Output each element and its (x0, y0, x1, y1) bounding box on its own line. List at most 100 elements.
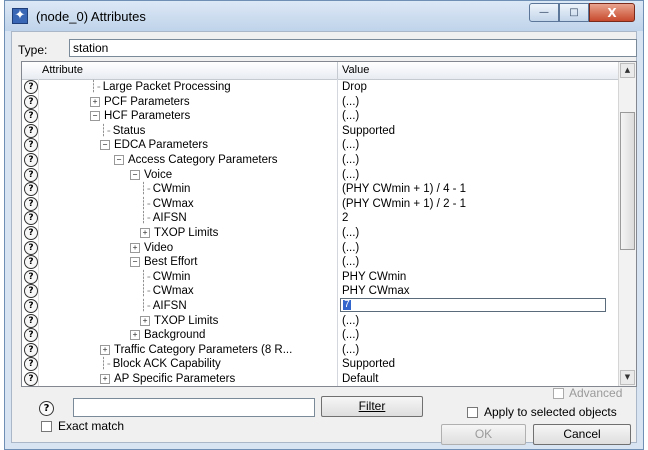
help-icon[interactable]: ? (24, 255, 38, 270)
help-icon[interactable]: ? (24, 313, 38, 328)
table-row[interactable]: ? ┊- Block ACK Capability Supported (22, 357, 620, 372)
attribute-cell[interactable]: + PCF Parameters (90, 95, 190, 109)
expand-icon[interactable]: + (100, 373, 110, 384)
help-icon[interactable]: ? (24, 109, 38, 124)
vertical-scrollbar[interactable]: ▲ ▼ (618, 62, 636, 386)
attribute-cell[interactable]: ┊- CWmax (140, 197, 194, 211)
help-icon[interactable]: ? (24, 167, 38, 182)
help-icon[interactable]: ? (39, 401, 54, 416)
attribute-cell[interactable]: ┊- Block ACK Capability (100, 357, 221, 371)
maximize-button[interactable]: □ (559, 3, 589, 22)
help-icon[interactable]: ? (24, 152, 38, 167)
apply-selected-checkbox[interactable] (467, 407, 478, 418)
table-row[interactable]: ? ┊- CWmin (PHY CWmin + 1) / 4 - 1 (22, 182, 620, 197)
value-cell[interactable]: (...) (342, 241, 359, 255)
filter-input[interactable] (73, 398, 315, 417)
advanced-checkbox[interactable] (553, 388, 564, 399)
attribute-cell[interactable]: ┊- CWmax (140, 284, 194, 298)
ok-button[interactable]: OK (441, 424, 526, 445)
help-icon[interactable]: ? (24, 328, 38, 343)
attribute-cell[interactable]: − HCF Parameters (90, 109, 190, 123)
expand-icon[interactable]: + (140, 315, 150, 326)
scroll-thumb[interactable] (620, 112, 635, 250)
help-icon[interactable]: ? (24, 80, 38, 94)
column-header-attribute[interactable]: Attribute (42, 64, 83, 76)
help-icon[interactable]: ? (24, 182, 38, 197)
collapse-icon[interactable]: − (130, 257, 140, 268)
expand-icon[interactable]: + (90, 96, 100, 107)
scroll-up-button[interactable]: ▲ (620, 63, 635, 78)
attribute-cell[interactable]: + Video (130, 241, 173, 255)
value-cell[interactable]: (...) (342, 314, 359, 328)
value-cell[interactable]: Drop (342, 80, 367, 94)
table-row[interactable]: ? + TXOP Limits (...) (22, 313, 620, 329)
help-icon[interactable]: ? (24, 123, 38, 138)
value-cell[interactable]: (...) (342, 343, 359, 357)
table-row[interactable]: ? + TXOP Limits (...) (22, 225, 620, 241)
minimize-button[interactable]: — (529, 3, 559, 22)
attribute-cell[interactable]: ┊- Status (100, 124, 145, 138)
attribute-cell[interactable]: + AP Specific Parameters (100, 372, 235, 386)
table-row[interactable]: ? − Best Effort (...) (22, 255, 620, 270)
attribute-cell[interactable]: − Best Effort (130, 255, 197, 269)
exact-match-checkbox[interactable] (41, 421, 52, 432)
collapse-icon[interactable]: − (100, 140, 110, 151)
attribute-cell[interactable]: ┊- CWmin (140, 270, 190, 284)
table-row[interactable]: ? − Access Category Parameters (...) (22, 152, 620, 168)
value-cell[interactable]: (...) (342, 255, 359, 269)
table-row[interactable]: ? ┊- CWmax PHY CWmax (22, 284, 620, 299)
expand-icon[interactable]: + (130, 330, 140, 341)
value-cell[interactable]: Default (342, 372, 378, 386)
collapse-icon[interactable]: − (130, 169, 140, 180)
attribute-cell[interactable]: + Traffic Category Parameters (8 R... (100, 343, 292, 357)
value-cell[interactable]: Supported (342, 357, 395, 371)
attribute-cell[interactable]: ┊- AIFSN (140, 299, 187, 313)
attribute-cell[interactable]: − Access Category Parameters (114, 153, 278, 167)
table-row[interactable]: ? + AP Specific Parameters Default (22, 371, 620, 386)
attribute-cell[interactable]: ┊- AIFSN (140, 211, 187, 225)
help-icon[interactable]: ? (24, 240, 38, 255)
table-row[interactable]: ? + PCF Parameters (...) (22, 94, 620, 110)
table-row[interactable]: ? ┊- CWmin PHY CWmin (22, 269, 620, 285)
help-icon[interactable]: ? (24, 211, 38, 226)
help-icon[interactable]: ? (24, 225, 38, 240)
table-row[interactable]: ? − HCF Parameters (...) (22, 109, 620, 124)
value-cell[interactable]: (...) (342, 109, 359, 123)
value-cell[interactable]: (...) (342, 138, 359, 152)
help-icon[interactable]: ? (24, 196, 38, 211)
table-row[interactable]: ? ┊- CWmax (PHY CWmin + 1) / 2 - 1 (22, 196, 620, 212)
value-cell[interactable]: 2 (342, 211, 348, 225)
help-icon[interactable]: ? (24, 357, 38, 372)
cancel-button[interactable]: Cancel (533, 424, 631, 445)
attribute-cell[interactable]: − Voice (130, 168, 172, 182)
value-cell[interactable]: Supported (342, 124, 395, 138)
help-icon[interactable]: ? (24, 371, 38, 386)
expand-icon[interactable]: + (130, 242, 140, 253)
collapse-icon[interactable]: − (114, 154, 124, 165)
table-row[interactable]: ? ┊- AIFSN 7 (22, 297, 620, 314)
table-row[interactable]: ? ┊- Status Supported (22, 123, 620, 139)
table-row[interactable]: ? ┊- Large Packet Processing Drop (22, 80, 620, 95)
table-row[interactable]: ? − Voice (...) (22, 167, 620, 183)
column-divider[interactable] (337, 62, 338, 79)
collapse-icon[interactable]: − (90, 111, 100, 122)
attribute-cell[interactable]: + TXOP Limits (140, 226, 218, 240)
help-icon[interactable]: ? (24, 269, 38, 284)
value-cell[interactable]: (...) (342, 328, 359, 342)
attribute-cell[interactable]: ┊- CWmin (140, 182, 190, 196)
attribute-cell[interactable]: + Background (130, 328, 205, 342)
help-icon[interactable]: ? (24, 138, 38, 153)
help-icon[interactable]: ? (24, 284, 38, 299)
table-row[interactable]: ? ┊- AIFSN 2 (22, 211, 620, 226)
value-edit-field[interactable]: 7 (340, 297, 606, 312)
expand-icon[interactable]: + (100, 344, 110, 355)
table-row[interactable]: ? − EDCA Parameters (...) (22, 138, 620, 153)
expand-icon[interactable]: + (140, 227, 150, 238)
attribute-cell[interactable]: ┊- Large Packet Processing (90, 80, 231, 94)
value-cell[interactable]: (PHY CWmin + 1) / 4 - 1 (342, 182, 466, 196)
attribute-cell[interactable]: − EDCA Parameters (100, 138, 208, 152)
scroll-down-button[interactable]: ▼ (620, 370, 635, 385)
help-icon[interactable]: ? (24, 342, 38, 357)
help-icon[interactable]: ? (24, 94, 38, 109)
value-cell[interactable]: (...) (342, 168, 359, 182)
